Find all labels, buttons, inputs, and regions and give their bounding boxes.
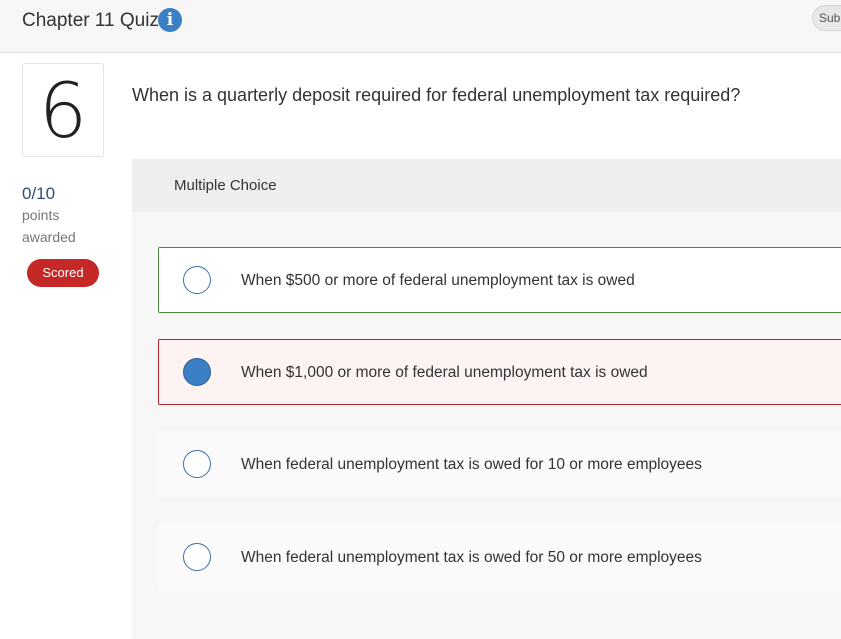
radio-button[interactable] (183, 450, 211, 478)
question-number-box: 6 (22, 63, 104, 157)
choice-option[interactable]: When federal unemployment tax is owed fo… (158, 431, 841, 497)
answer-panel-header: Multiple Choice (132, 159, 841, 212)
choice-label: When federal unemployment tax is owed fo… (241, 549, 702, 566)
quiz-title: Chapter 11 Quiz (22, 10, 159, 31)
choice-option[interactable]: When $500 or more of federal unemploymen… (158, 247, 841, 313)
quiz-header: Chapter 11 Quiz i Sub (0, 0, 841, 53)
info-icon[interactable]: i (158, 8, 182, 32)
answer-panel: Multiple Choice When $500 or more of fed… (132, 159, 841, 639)
question-type-label: Multiple Choice (174, 177, 277, 194)
points-label: points (22, 207, 60, 223)
choice-option[interactable]: When federal unemployment tax is owed fo… (158, 524, 841, 590)
radio-button-selected[interactable] (183, 358, 211, 386)
choice-label: When federal unemployment tax is owed fo… (241, 456, 702, 473)
scored-badge: Scored (27, 259, 99, 287)
radio-button[interactable] (183, 543, 211, 571)
submit-button[interactable]: Sub (812, 5, 841, 31)
choice-label: When $500 or more of federal unemploymen… (241, 272, 635, 289)
question-number: 6 (38, 66, 88, 155)
points-score: 0/10 (22, 184, 56, 203)
radio-button[interactable] (183, 266, 211, 294)
question-text: When is a quarterly deposit required for… (132, 85, 741, 105)
choice-option[interactable]: When $1,000 or more of federal unemploym… (158, 339, 841, 405)
choice-label: When $1,000 or more of federal unemploym… (241, 364, 648, 381)
awarded-label: awarded (22, 229, 76, 245)
